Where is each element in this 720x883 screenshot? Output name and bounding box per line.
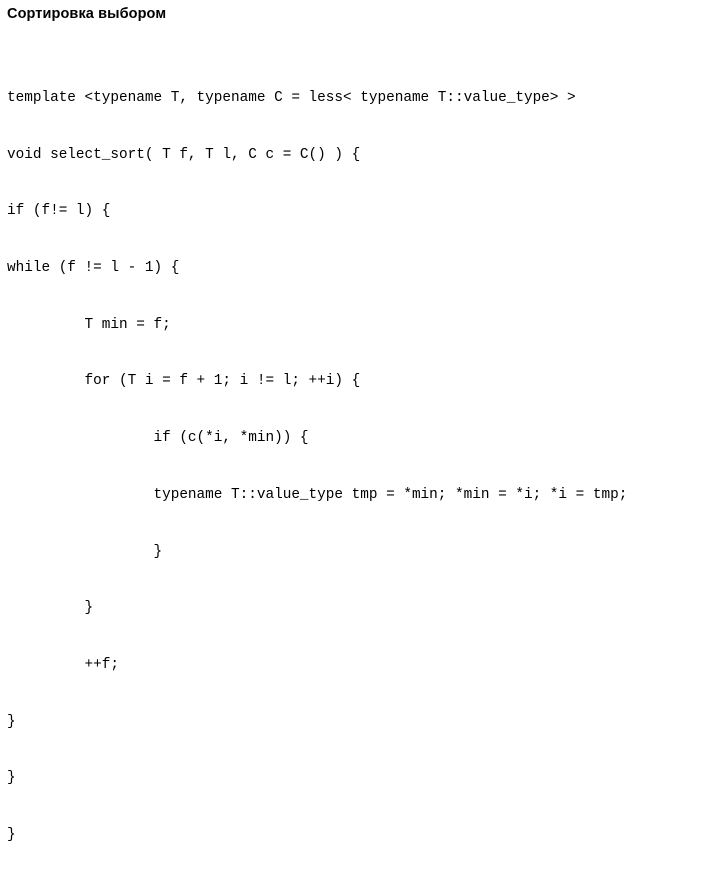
code-line: }	[7, 827, 16, 844]
code-line: ++f;	[7, 657, 120, 673]
code-line: if (c(*i, *min)) {	[7, 430, 309, 447]
code-line: typename T::value_type tmp = *min; *min …	[7, 486, 628, 503]
code-line: void select_sort( T f, T l, C c = C() ) …	[7, 146, 361, 163]
code-line: while (f != l - 1) {	[7, 259, 180, 276]
code-line: template <typename T, typename C = less<…	[7, 89, 576, 106]
slide-canvas: Сортировка выбором template <typename T,…	[0, 0, 720, 843]
code-line: for (T i = f + 1; i != l; ++i) {	[7, 373, 361, 390]
code-block: template <typename T, typename C = less<…	[7, 51, 713, 883]
code-line: }	[7, 713, 16, 730]
code-line: }	[7, 770, 16, 787]
code-line: }	[7, 600, 94, 617]
code-line: if (f!= l) {	[7, 203, 111, 220]
code-line: }	[7, 543, 163, 560]
code-line: T min = f;	[7, 316, 171, 333]
page-title: Сортировка выбором	[7, 6, 167, 22]
